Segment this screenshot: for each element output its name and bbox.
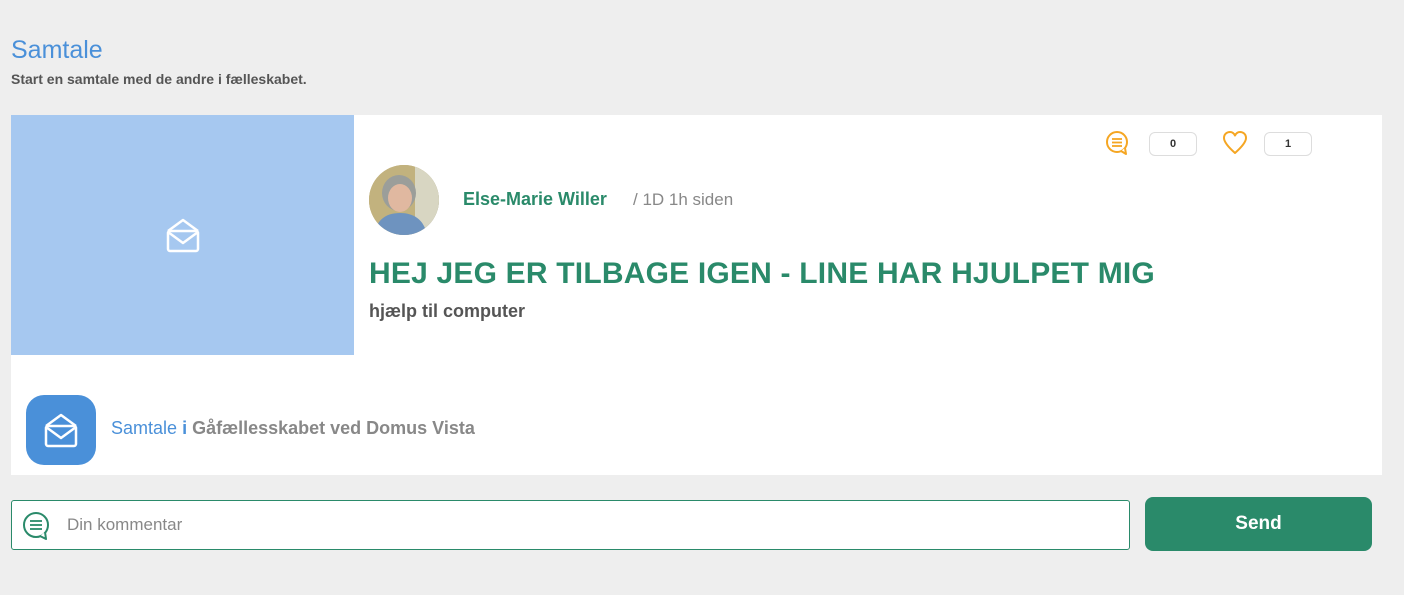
author-name[interactable]: Else-Marie Willer bbox=[463, 189, 607, 210]
post-card: 0 1 Else-Marie Willer / 1D 1h siden HEJ … bbox=[11, 115, 1382, 475]
post-timestamp: / 1D 1h siden bbox=[633, 190, 734, 209]
envelope-open-icon bbox=[166, 218, 199, 253]
send-button[interactable]: Send bbox=[1145, 497, 1372, 551]
page-title: Samtale bbox=[11, 36, 103, 64]
heart-outline-icon[interactable] bbox=[1221, 129, 1249, 157]
like-count: 1 bbox=[1264, 132, 1312, 156]
page-subtitle: Start en samtale med de andre i fælleska… bbox=[11, 71, 307, 87]
group-info: Samtale i Gåfællesskabet ved Domus Vista bbox=[111, 418, 475, 439]
group-icon[interactable] bbox=[26, 395, 96, 465]
group-preposition: i bbox=[182, 418, 188, 438]
comment-bubble-icon bbox=[23, 512, 49, 540]
comment-box bbox=[11, 500, 1130, 550]
comment-count: 0 bbox=[1149, 132, 1197, 156]
envelope-open-icon bbox=[44, 413, 78, 448]
comment-bubble-icon[interactable] bbox=[1104, 129, 1132, 157]
group-type-link[interactable]: Samtale bbox=[111, 418, 177, 438]
post-body: hjælp til computer bbox=[369, 301, 526, 321]
user-avatar[interactable] bbox=[369, 165, 439, 235]
avatar-photo bbox=[369, 165, 439, 235]
post-title[interactable]: HEJ JEG ER TILBAGE IGEN - LINE HAR HJULP… bbox=[369, 257, 1155, 291]
group-name-link[interactable]: Gåfællesskabet ved Domus Vista bbox=[192, 418, 475, 438]
comment-input[interactable] bbox=[67, 501, 1117, 549]
post-image[interactable] bbox=[11, 115, 354, 355]
